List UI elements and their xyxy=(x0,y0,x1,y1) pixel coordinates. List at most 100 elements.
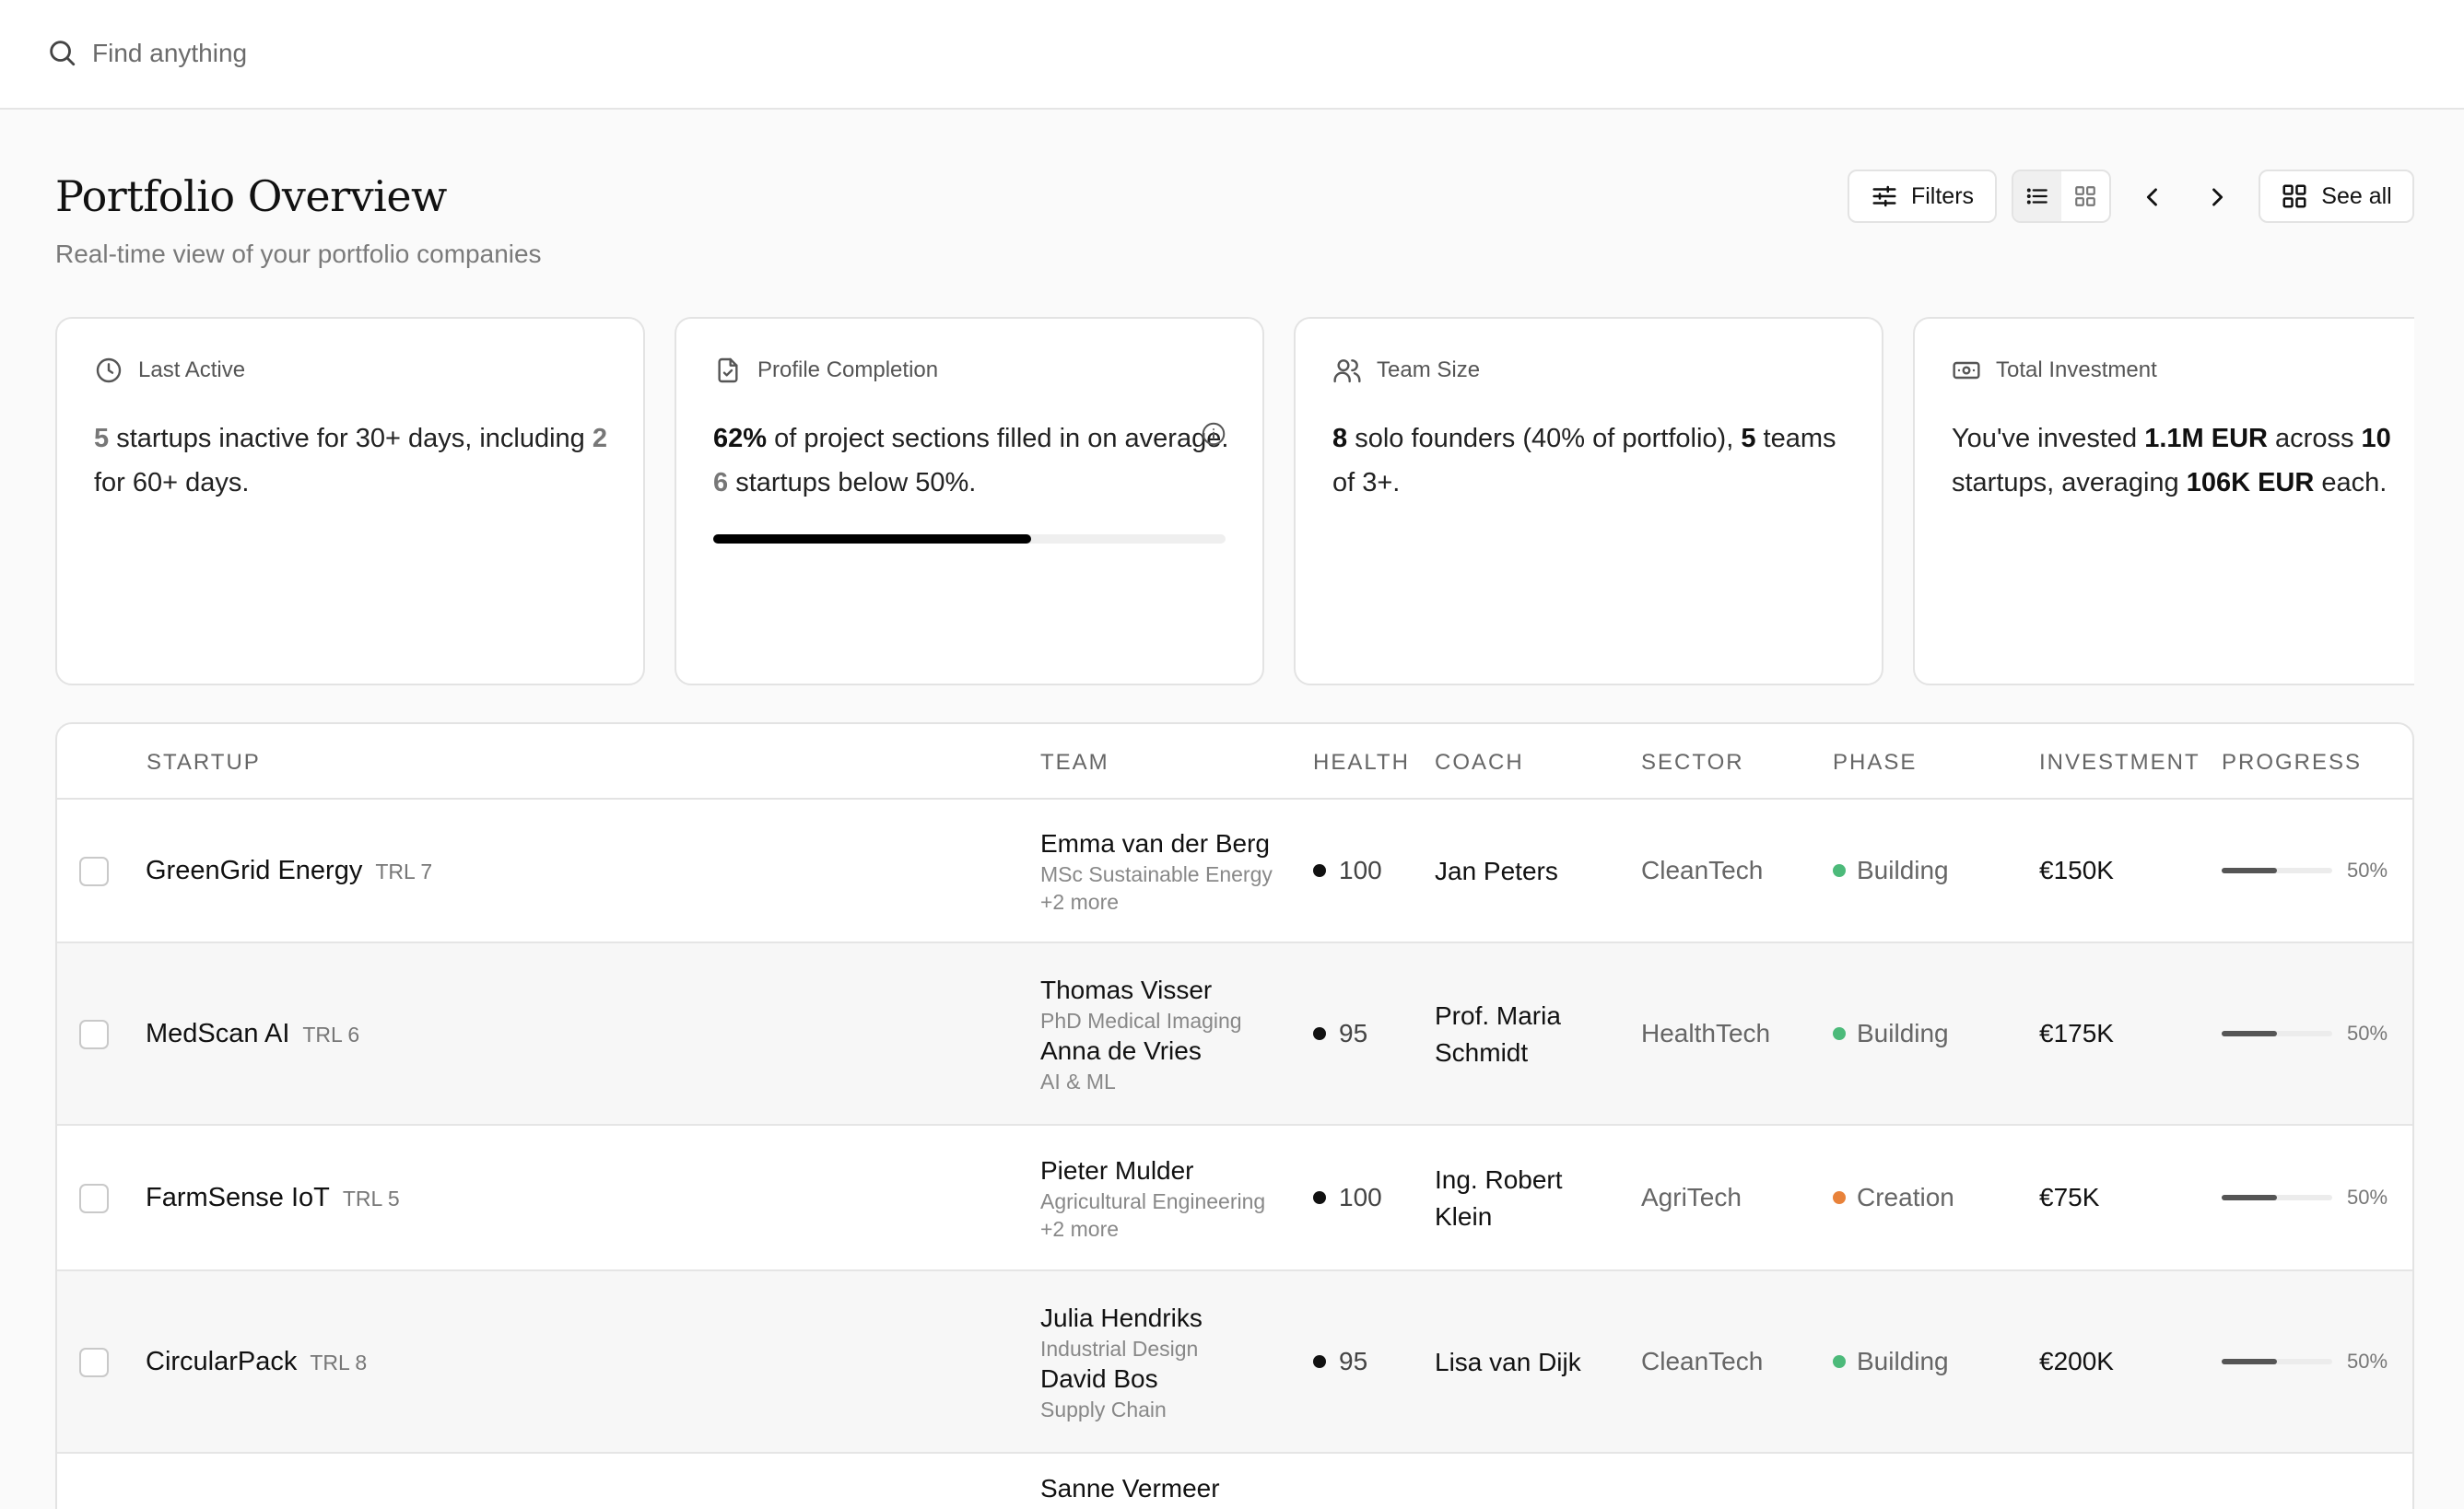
table-row[interactable]: MedScan AI TRL 6 Thomas Visser PhD Medical … xyxy=(57,943,2412,1126)
progress-fill xyxy=(2222,868,2277,873)
team-member-role: PhD Medical Imaging xyxy=(1040,1009,1242,1033)
team-member-name: Emma van der Berg xyxy=(1040,829,1270,858)
team-member-name: Julia Hendriks xyxy=(1040,1304,1203,1332)
startup-cell[interactable]: GreenGrid Energy TRL 7 xyxy=(146,856,432,886)
filters-button[interactable]: Filters xyxy=(1848,170,1997,223)
trl-badge: TRL 5 xyxy=(342,1187,400,1211)
phase-status: Building xyxy=(1833,1347,1949,1376)
list-icon xyxy=(2026,188,2047,205)
health-value: 100 xyxy=(1339,1183,1382,1211)
card-header: Team Size xyxy=(1332,356,1480,385)
team-member-role: Agricultural Engineering xyxy=(1040,1189,1266,1213)
team-cell: Emma van der Berg MSc Sustainable Energy +… xyxy=(1040,827,1273,916)
progress-fill xyxy=(2222,1031,2277,1036)
startup-cell[interactable]: FarmSense IoT TRL 5 xyxy=(146,1183,400,1213)
column-header-progress[interactable]: PROGRESS xyxy=(2222,750,2362,776)
see-all-button[interactable]: See all xyxy=(2259,170,2414,223)
table-header: STARTUP TEAM HEALTH COACH SECTOR PHASE I… xyxy=(57,724,2412,800)
health-value: 100 xyxy=(1339,856,1382,884)
phase-status-dot xyxy=(1833,1191,1846,1204)
completion-progress-bar xyxy=(713,534,1226,544)
completion-progress-fill xyxy=(713,534,1031,544)
stat-card: Total Investment You've invested 1.1M EUR… xyxy=(1913,317,2414,685)
top-search-bar xyxy=(0,0,2464,110)
card-text: 8 solo founders (40% of portfolio), 5 te… xyxy=(1332,424,1836,497)
card-text: You've invested 1.1M EUR across 10 start… xyxy=(1952,424,2391,497)
column-header-phase[interactable]: PHASE xyxy=(1833,750,1917,776)
health-dot xyxy=(1313,1027,1326,1040)
chevron-right-icon xyxy=(2212,188,2223,206)
sector-label: CleanTech xyxy=(1641,1347,1764,1375)
previous-button[interactable] xyxy=(2134,179,2171,216)
stat-card: Last Active 5 startups inactive for 30+ d… xyxy=(55,317,645,685)
table-row[interactable]: CircularPack TRL 8 Julia Hendriks Industria… xyxy=(57,1271,2412,1454)
health-score: 100 xyxy=(1313,1183,1382,1212)
team-member-name: Thomas Visser xyxy=(1040,976,1213,1004)
health-dot xyxy=(1313,1355,1326,1368)
row-checkbox[interactable] xyxy=(79,857,109,886)
investment-amount: €200K xyxy=(2039,1347,2114,1375)
stat-card: Profile Completion 62% of project section… xyxy=(675,317,1264,685)
investment-amount: €150K xyxy=(2039,856,2114,884)
page-title: Portfolio Overview xyxy=(55,171,447,221)
coach-name: Prof. Maria Schmidt xyxy=(1435,1001,1561,1067)
row-checkbox[interactable] xyxy=(79,1348,109,1377)
phase-label: Building xyxy=(1857,1347,1949,1375)
column-header-health[interactable]: HEALTH xyxy=(1313,750,1410,776)
startup-name[interactable]: FarmSense IoT xyxy=(146,1183,330,1212)
banknote-icon xyxy=(1953,361,1980,380)
startup-cell[interactable]: CircularPack TRL 8 xyxy=(146,1347,367,1377)
column-header-sector[interactable]: SECTOR xyxy=(1641,750,1744,776)
progress-indicator: 50% xyxy=(2222,1350,2388,1374)
info-icon[interactable] xyxy=(1200,420,1227,452)
row-checkbox[interactable] xyxy=(79,1184,109,1213)
stat-cards: Last Active 5 startups inactive for 30+ d… xyxy=(55,317,2414,685)
phase-label: Building xyxy=(1857,1019,1949,1047)
column-header-investment[interactable]: INVESTMENT xyxy=(2039,750,2200,776)
team-cell: Pieter Mulder Agricultural Engineering +2 … xyxy=(1040,1154,1265,1243)
startup-cell[interactable]: MedScan AI TRL 6 xyxy=(146,1019,359,1049)
list-view-button[interactable] xyxy=(2013,171,2061,221)
investment-amount: €175K xyxy=(2039,1019,2114,1047)
next-button[interactable] xyxy=(2199,179,2235,216)
progress-indicator: 50% xyxy=(2222,1186,2388,1210)
trl-badge: TRL 7 xyxy=(375,860,433,883)
table-row[interactable]: GreenGrid Energy TRL 7 Emma van der Berg MS… xyxy=(57,800,2412,943)
health-value: 95 xyxy=(1339,1019,1368,1047)
card-label: Total Investment xyxy=(1996,357,2157,382)
health-dot xyxy=(1313,864,1326,877)
sector-label: CleanTech xyxy=(1641,856,1764,884)
investment-amount: €75K xyxy=(2039,1183,2100,1211)
stat-card: Team Size 8 solo founders (40% of portfol… xyxy=(1294,317,1883,685)
health-dot xyxy=(1313,1191,1326,1204)
team-cell: Thomas Visser PhD Medical Imaging Anna de … xyxy=(1040,974,1242,1095)
column-header-team[interactable]: TEAM xyxy=(1040,750,1109,776)
column-header-coach[interactable]: COACH xyxy=(1435,750,1524,776)
startup-name[interactable]: CircularPack xyxy=(146,1347,297,1376)
health-score: 100 xyxy=(1313,856,1382,885)
team-member-name: Pieter Mulder xyxy=(1040,1156,1194,1185)
progress-indicator: 50% xyxy=(2222,859,2388,883)
startup-name[interactable]: GreenGrid Energy xyxy=(146,856,362,885)
team-more-link[interactable]: +2 more xyxy=(1040,1215,1265,1243)
team-more-link[interactable]: +2 more xyxy=(1040,888,1273,916)
card-text: 62% of project sections filled in on ave… xyxy=(713,424,1229,497)
startup-name[interactable]: MedScan AI xyxy=(146,1019,289,1048)
row-checkbox[interactable] xyxy=(79,1020,109,1049)
progress-fill xyxy=(2222,1359,2277,1364)
card-header: Last Active xyxy=(94,356,245,385)
coach-name: Lisa van Dijk xyxy=(1435,1348,1581,1376)
team-member-name: David Bos xyxy=(1040,1364,1158,1393)
sector-label: AgriTech xyxy=(1641,1183,1742,1211)
table-row[interactable]: Sanne Vermeer xyxy=(57,1454,2412,1509)
table-row[interactable]: FarmSense IoT TRL 5 Pieter Mulder Agricultu… xyxy=(57,1126,2412,1271)
sliders-icon xyxy=(1872,185,1896,207)
health-score: 95 xyxy=(1313,1347,1367,1376)
progress-percent: 50% xyxy=(2347,1022,2388,1045)
search-input[interactable] xyxy=(92,33,645,74)
progress-track xyxy=(2222,1031,2332,1036)
portfolio-table: STARTUP TEAM HEALTH COACH SECTOR PHASE I… xyxy=(55,722,2414,1509)
phase-status: Building xyxy=(1833,856,1949,885)
grid-view-button[interactable] xyxy=(2061,171,2109,221)
column-header-startup[interactable]: STARTUP xyxy=(147,750,261,776)
